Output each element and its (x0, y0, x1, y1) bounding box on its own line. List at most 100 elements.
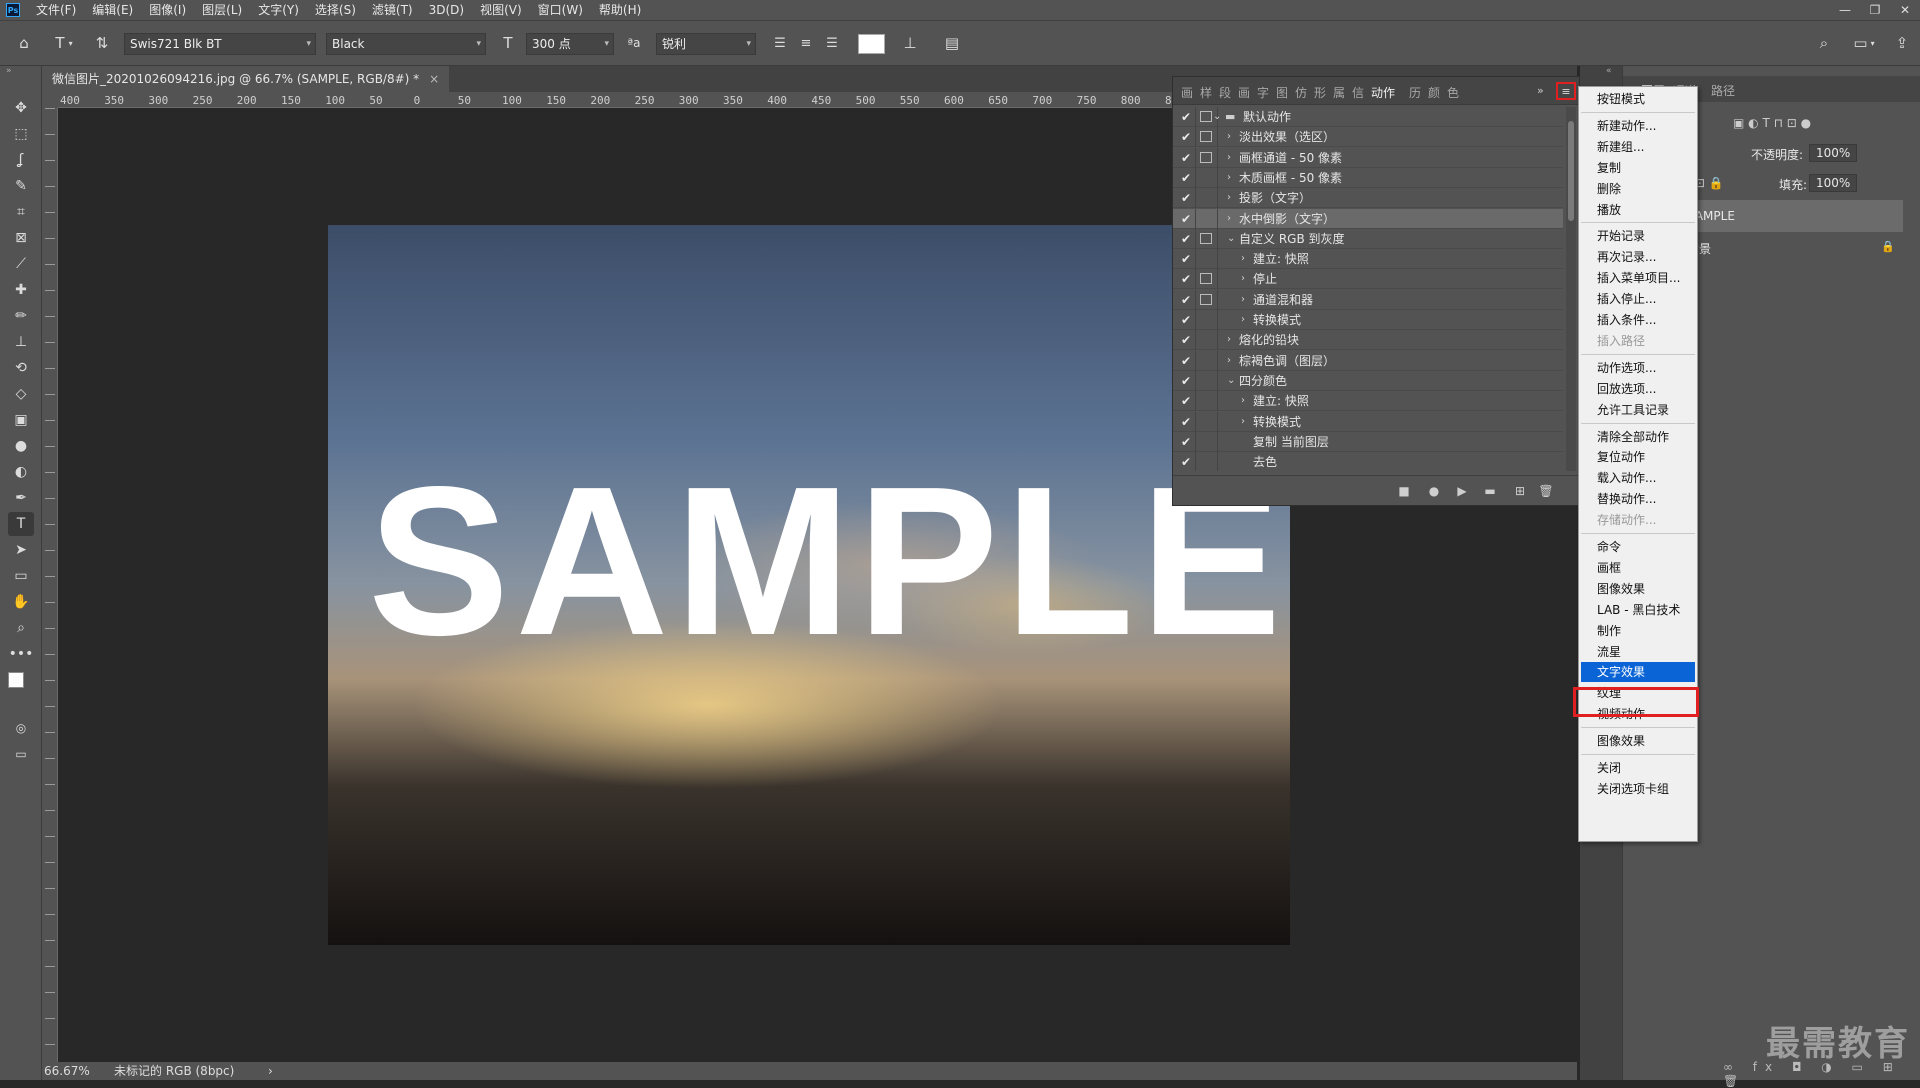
text-color-swatch[interactable] (858, 34, 885, 54)
menu-item[interactable]: 替换动作... (1581, 489, 1695, 509)
action-step-row[interactable]: ✔ › 停止 (1173, 269, 1563, 290)
chevron-right-icon[interactable]: › (1241, 290, 1245, 310)
action-row[interactable]: ✔ › 水中倒影（文字） (1173, 208, 1563, 229)
toggle-item-checkbox[interactable]: ✔ (1181, 188, 1195, 208)
menu-item[interactable]: 图像效果 (1581, 731, 1695, 751)
antialias-select[interactable]: 锐利 ▾ (656, 33, 756, 55)
toggle-item-checkbox[interactable]: ✔ (1181, 412, 1195, 432)
pen-tool-icon[interactable]: ✒ (8, 486, 34, 510)
action-step-row[interactable]: ✔ 复制 当前图层 (1173, 431, 1563, 452)
panel-menu-icon[interactable]: ≡ (1556, 82, 1576, 100)
panel-tab-12[interactable]: 颜 (1428, 84, 1440, 101)
action-row[interactable]: ✔ › 熔化的铅块 (1173, 330, 1563, 351)
menu-item[interactable]: 图像效果 (1581, 579, 1695, 599)
chevron-down-icon[interactable]: ⌄ (1213, 107, 1221, 127)
toggle-item-checkbox[interactable]: ✔ (1181, 330, 1195, 350)
marquee-tool-icon[interactable]: ⬚ (8, 122, 34, 146)
layer-filter-icons[interactable]: ▣ ◐ T ⊓ ⊡ ● (1733, 116, 1811, 130)
action-row[interactable]: ✔ ⌄ 四分颜色 (1173, 370, 1563, 391)
toggle-item-checkbox[interactable]: ✔ (1181, 432, 1195, 452)
character-panel-icon[interactable]: ▤ (940, 31, 964, 55)
action-row[interactable]: ✔ › 画框通道 - 50 像素 (1173, 147, 1563, 168)
chevron-down-icon[interactable]: ⌄ (1227, 229, 1235, 249)
chevron-right-icon[interactable]: › (1227, 351, 1231, 371)
document-image[interactable]: SAMPLE (328, 225, 1290, 945)
align-left-icon[interactable]: ☰ (768, 31, 792, 55)
home-icon[interactable]: ⌂ (12, 31, 36, 55)
menu-3[interactable]: 图层(L) (194, 0, 250, 20)
panel-tab-5[interactable]: 图 (1276, 84, 1288, 101)
eraser-tool-icon[interactable]: ◇ (8, 382, 34, 406)
scroll-thumb[interactable] (1568, 121, 1574, 221)
share-icon[interactable]: ⇪ (1890, 31, 1914, 55)
play-icon[interactable]: ▶ (1453, 482, 1471, 500)
action-row[interactable]: ✔ › 木质画框 - 50 像素 (1173, 167, 1563, 188)
panel-tab-3[interactable]: 画 (1238, 84, 1250, 101)
menu-item[interactable]: LAB - 黑白技术 (1581, 600, 1695, 620)
lasso-tool-icon[interactable]: ʆ (8, 148, 34, 172)
chevron-right-icon[interactable]: › (1227, 330, 1231, 350)
status-menu-arrow[interactable]: › (268, 1062, 273, 1080)
color-swatches[interactable] (8, 672, 34, 698)
font-style-select[interactable]: Black ▾ (326, 33, 486, 55)
minimize-button[interactable]: — (1830, 0, 1860, 20)
rectangle-tool-icon[interactable]: ▭ (8, 564, 34, 588)
blur-tool-icon[interactable]: ● (8, 434, 34, 458)
menu-item[interactable]: 插入停止... (1581, 289, 1695, 309)
panel-tab-1[interactable]: 样 (1200, 84, 1212, 101)
delete-icon[interactable]: 🗑 (1537, 482, 1555, 500)
toggle-item-checkbox[interactable]: ✔ (1181, 310, 1195, 330)
record-icon[interactable]: ● (1425, 482, 1443, 500)
menu-item[interactable]: 删除 (1581, 179, 1695, 199)
menu-item[interactable]: 清除全部动作 (1581, 427, 1695, 447)
toggle-item-checkbox[interactable]: ✔ (1181, 148, 1195, 168)
search-icon[interactable]: ⌕ (1812, 31, 1836, 55)
panel-tab-4[interactable]: 字 (1257, 84, 1269, 101)
menu-1[interactable]: 编辑(E) (84, 0, 141, 20)
new-action-icon[interactable]: ⊞ (1511, 482, 1529, 500)
panel-tab-7[interactable]: 形 (1314, 84, 1326, 101)
toggle-item-checkbox[interactable]: ✔ (1181, 371, 1195, 391)
panel-tab-11[interactable]: 历 (1409, 84, 1421, 101)
type-tool-icon[interactable]: T (8, 512, 34, 536)
menu-item[interactable]: 新建组... (1581, 137, 1695, 157)
foreground-color[interactable] (8, 672, 24, 688)
toggle-item-checkbox[interactable]: ✔ (1181, 209, 1195, 229)
menu-item[interactable]: 命令 (1581, 537, 1695, 557)
toggle-dialog-icon[interactable] (1200, 273, 1212, 285)
action-step-row[interactable]: ✔ 去色 (1173, 452, 1563, 471)
panel-tab-0[interactable]: 画 (1181, 84, 1193, 101)
type-tool-preset-icon[interactable]: T ▾ (46, 31, 82, 55)
sample-text-layer[interactable]: SAMPLE (368, 455, 1287, 667)
menu-item[interactable]: 关闭选项卡组 (1581, 779, 1695, 799)
action-set-row[interactable]: ✔ ⌄ ▬ 默认动作 (1173, 107, 1563, 127)
menu-6[interactable]: 滤镜(T) (364, 0, 421, 20)
toggle-item-checkbox[interactable]: ✔ (1181, 229, 1195, 249)
chevron-down-icon[interactable]: ⌄ (1227, 371, 1235, 391)
text-orientation-icon[interactable]: ⇅ (90, 31, 114, 55)
chevron-right-icon[interactable]: › (1227, 127, 1231, 147)
action-step-row[interactable]: ✔ › 建立: 快照 (1173, 249, 1563, 270)
gradient-tool-icon[interactable]: ▣ (8, 408, 34, 432)
eyedropper-tool-icon[interactable]: ⟋ (8, 252, 34, 276)
toggle-dialog-icon[interactable] (1200, 131, 1212, 143)
tab-paths[interactable]: 路径 (1711, 82, 1735, 99)
chevron-right-icon[interactable]: › (1227, 188, 1231, 208)
action-step-row[interactable]: ✔ › 建立: 快照 (1173, 391, 1563, 412)
align-right-icon[interactable]: ☰ (820, 31, 844, 55)
action-list-scrollbar[interactable] (1566, 107, 1576, 471)
font-size-select[interactable]: 300 点 ▾ (526, 33, 614, 55)
toggle-item-checkbox[interactable]: ✔ (1181, 452, 1195, 471)
action-step-row[interactable]: ✔ › 转换模式 (1173, 310, 1563, 330)
workspace-icon[interactable]: ▭ ▾ (1846, 31, 1882, 55)
panel-tab-6[interactable]: 仿 (1295, 84, 1307, 101)
align-center-icon[interactable]: ≡ (794, 31, 818, 55)
warp-text-icon[interactable]: ⊥ (898, 31, 922, 55)
menu-item[interactable]: 制作 (1581, 621, 1695, 641)
zoom-tool-icon[interactable]: ⌕ (8, 616, 34, 640)
zoom-level[interactable]: 66.67% (44, 1062, 90, 1080)
chevron-right-icon[interactable]: › (1241, 269, 1245, 289)
more-tools-icon[interactable]: ••• (8, 642, 34, 666)
toggle-item-checkbox[interactable]: ✔ (1181, 249, 1195, 269)
menu-item[interactable]: 插入条件... (1581, 310, 1695, 330)
